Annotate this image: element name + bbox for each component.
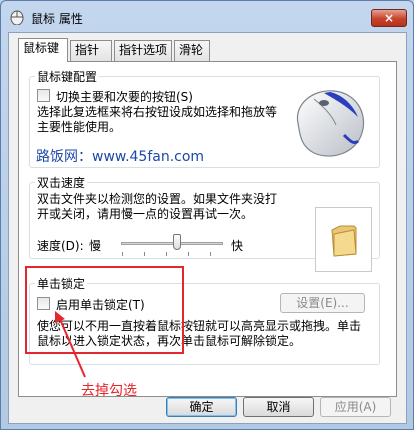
slider-tick [188,252,189,256]
speed-label: 速度(D): [37,239,84,253]
annotation-arrow-icon [55,311,86,378]
slider-tick [144,252,145,256]
test-folder-frame[interactable] [315,207,372,272]
tab-label: 指针 [75,43,100,57]
mouse-app-icon [10,10,24,25]
close-icon: × [383,11,395,25]
slider-tick [166,252,167,256]
close-button[interactable]: × [371,9,407,27]
tab-label: 鼠标键 [23,41,60,55]
title-bar[interactable]: 鼠标 属性 × [1,1,413,31]
switch-buttons-label: 切换主要和次要的按钮(S) [56,90,193,104]
tab-pointer-options[interactable]: 指针选项 [114,40,172,61]
group-title: 鼠标键配置 [35,68,100,85]
ok-button[interactable]: 确定 [166,397,237,417]
annotation-highlight-box [25,266,184,354]
apply-button[interactable]: 应用(A) [320,397,391,417]
slow-label: 慢 [89,239,102,253]
annotation-text: 去掉勾选 [81,383,137,399]
tab-label: 滑轮 [179,43,204,57]
folder-icon [331,225,357,257]
cancel-button[interactable]: 取消 [243,397,314,417]
mouse-illustration-icon [296,90,365,157]
tab-label: 指针选项 [119,43,168,57]
fast-label: 快 [231,239,244,253]
mouse-properties-window: 鼠标 属性 × 鼠标键 指针 指针选项 滑轮 鼠标键配置 切换主要和次要的按钮(… [0,0,414,430]
slider-tick [122,252,123,256]
double-click-description: 双击文件夹以检测您的设置。如果文件夹没打开或关闭，请用慢一点的设置再试一次。 [37,192,278,221]
button-config-description: 选择此复选框来将右按钮设成如选择和拖放等主要性能使用。 [37,105,278,134]
click-lock-settings-button[interactable]: 设置(E)... [280,293,365,313]
switch-buttons-checkbox[interactable] [37,89,50,102]
speed-slider-track[interactable] [121,242,223,245]
tab-mouse-buttons[interactable]: 鼠标键 [18,38,68,62]
tab-pointers[interactable]: 指针 [70,40,112,61]
slider-tick [210,252,211,256]
window-title: 鼠标 属性 [31,12,83,26]
tab-wheel[interactable]: 滑轮 [174,40,210,61]
site-watermark: 路饭网：www.45fan.com [36,149,205,165]
group-title: 双击速度 [35,174,88,191]
speed-slider-thumb[interactable] [173,234,182,250]
